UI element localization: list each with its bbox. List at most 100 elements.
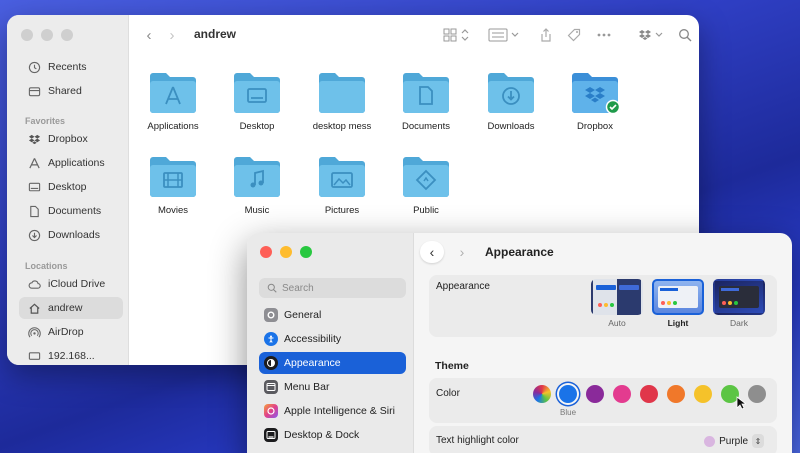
more-button[interactable] [594, 25, 614, 45]
folder-label: Documents [401, 121, 451, 132]
folder-public[interactable]: Public [384, 154, 468, 234]
folder-documents[interactable]: Documents [384, 70, 468, 150]
color-swatch-blue[interactable] [559, 385, 577, 403]
settings-item-accessibility[interactable]: Accessibility [259, 328, 406, 350]
share-button[interactable] [537, 25, 555, 45]
settings-item-desktop-dock[interactable]: Desktop & Dock [259, 424, 406, 446]
folder-applications[interactable]: Applications [131, 70, 215, 150]
color-swatch-yellow[interactable] [694, 385, 712, 403]
mouse-cursor-icon [736, 396, 746, 410]
forward-button[interactable]: › [450, 241, 474, 263]
minimize-button[interactable] [280, 246, 292, 258]
search-button[interactable] [676, 25, 694, 45]
sidebar-item-downloads[interactable]: Downloads [19, 224, 123, 246]
shared-icon [27, 84, 41, 98]
finder-sidebar: Recents Shared Favorites Dropbox Applica… [7, 15, 129, 365]
sidebar-item-label: Shared [48, 85, 82, 97]
sidebar-item-dropbox[interactable]: Dropbox [19, 128, 123, 150]
folder-icon [234, 73, 280, 113]
sidebar-item-network[interactable]: 192.168... [19, 345, 123, 365]
sidebar-item-icloud[interactable]: iCloud Drive [19, 273, 123, 295]
applications-icon [27, 156, 41, 170]
sidebar-item-recents[interactable]: Recents [19, 56, 123, 78]
chevron-right-icon: › [459, 244, 465, 260]
folder-icon [488, 73, 534, 113]
folder-icon [234, 157, 280, 197]
settings-item-label: General [284, 309, 322, 321]
color-swatch-red[interactable] [640, 385, 658, 403]
theme-auto[interactable]: Auto [590, 279, 644, 328]
search-icon [267, 283, 277, 293]
updown-chevron-icon: ⇕ [752, 434, 764, 448]
color-swatch-graphite[interactable] [748, 385, 766, 403]
chevron-left-icon: ‹ [146, 26, 152, 44]
folder-desktop[interactable]: Desktop [215, 70, 299, 150]
sidebar-item-label: andrew [48, 302, 83, 314]
sidebar-item-andrew[interactable]: andrew [19, 297, 123, 319]
theme-light-preview [652, 279, 704, 315]
sidebar-item-airdrop[interactable]: AirDrop [19, 321, 123, 343]
group-by-button[interactable] [487, 25, 521, 45]
settings-item-menu-bar[interactable]: Menu Bar [259, 376, 406, 398]
pane-title: Appearance [485, 245, 554, 259]
sidebar-item-desktop[interactable]: Desktop [19, 176, 123, 198]
zoom-button[interactable] [61, 29, 73, 41]
highlight-color-select[interactable]: Purple ⇕ [704, 434, 764, 448]
share-icon [541, 28, 551, 42]
back-button[interactable]: ‹ [420, 241, 444, 263]
group-icon [488, 28, 519, 42]
folder-label: Pictures [324, 205, 360, 216]
forward-button[interactable]: › [161, 25, 183, 45]
accessibility-icon [264, 332, 278, 346]
color-swatch-orange[interactable] [667, 385, 685, 403]
dropbox-toolbar-button[interactable] [637, 25, 665, 45]
color-swatch-purple[interactable] [586, 385, 604, 403]
settings-sidebar: Search General Accessibility Appearance … [247, 233, 414, 453]
folder-dropbox[interactable]: Dropbox [553, 70, 637, 150]
folder-desktop-mess[interactable]: desktop mess [300, 70, 384, 150]
folder-music[interactable]: Music [215, 154, 299, 234]
sidebar-item-documents[interactable]: Documents [19, 200, 123, 222]
theme-dark[interactable]: Dark [712, 279, 766, 328]
sidebar-item-shared[interactable]: Shared [19, 80, 123, 102]
zoom-button[interactable] [300, 246, 312, 258]
theme-light[interactable]: Light [651, 279, 705, 328]
cloud-icon [27, 277, 41, 291]
folder-label: Music [244, 205, 270, 216]
settings-item-appearance[interactable]: Appearance [259, 352, 406, 374]
settings-item-label: Menu Bar [284, 381, 330, 393]
settings-item-apple-intelligence[interactable]: Apple Intelligence & Siri [259, 400, 406, 422]
folder-downloads[interactable]: Downloads [469, 70, 553, 150]
search-field[interactable]: Search [259, 278, 406, 298]
sidebar-item-label: Desktop [48, 181, 87, 193]
sidebar-item-label: Recents [48, 61, 87, 73]
minimize-button[interactable] [41, 29, 53, 41]
theme-dark-preview [713, 279, 765, 315]
appearance-label: Appearance [436, 281, 490, 292]
folder-movies[interactable]: Movies [131, 154, 215, 234]
folder-icon [150, 157, 196, 197]
settings-content: ‹ › Appearance Appearance Auto Light Dar… [414, 233, 792, 453]
folder-icon [319, 157, 365, 197]
color-swatch-multicolor[interactable] [533, 385, 551, 403]
color-swatch-pink[interactable] [613, 385, 631, 403]
settings-item-general[interactable]: General [259, 304, 406, 326]
tag-button[interactable] [565, 25, 583, 45]
search-placeholder: Search [282, 282, 314, 294]
network-icon [27, 349, 41, 363]
folder-icon [572, 73, 620, 114]
close-button[interactable] [21, 29, 33, 41]
folder-pictures[interactable]: Pictures [300, 154, 384, 234]
sidebar-item-applications[interactable]: Applications [19, 152, 123, 174]
folder-label: Applications [147, 121, 199, 132]
folder-icon [403, 73, 449, 113]
window-title: andrew [194, 27, 237, 41]
color-label: Color [436, 388, 460, 399]
favorites-header: Favorites [25, 116, 66, 126]
folder-icon [403, 157, 449, 197]
clock-icon [27, 60, 41, 74]
back-button[interactable]: ‹ [138, 25, 160, 45]
window-controls [21, 29, 73, 41]
close-button[interactable] [260, 246, 272, 258]
view-icon-button[interactable] [442, 25, 472, 45]
